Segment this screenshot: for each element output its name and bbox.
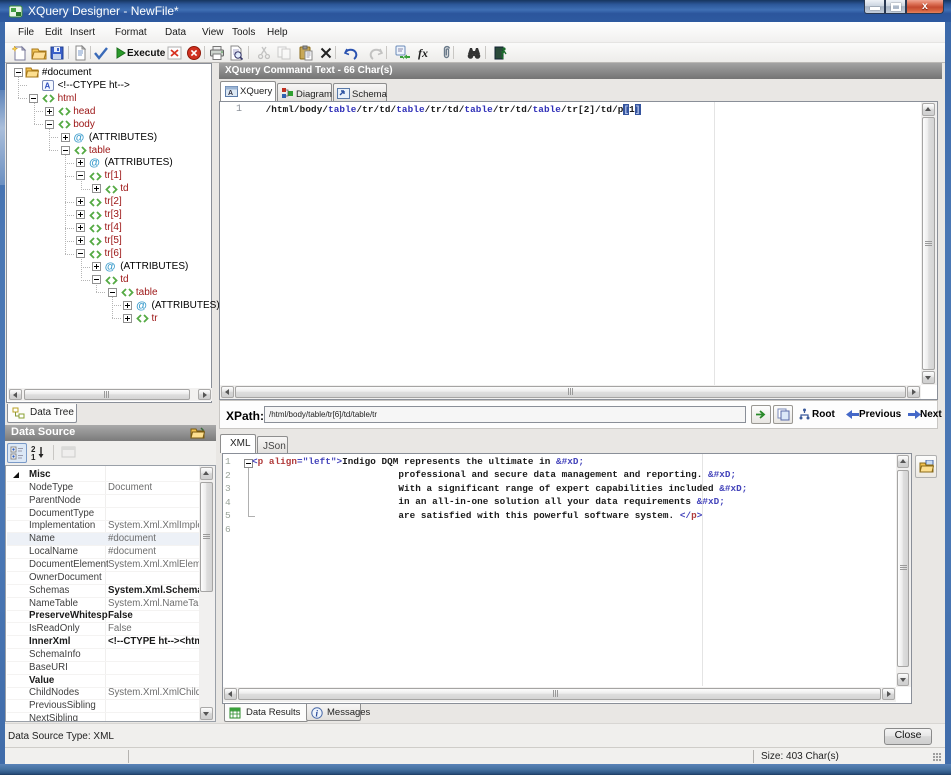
- svg-text:A: A: [45, 81, 51, 90]
- svg-text:A: A: [228, 90, 233, 97]
- svg-text:fx: fx: [418, 46, 428, 60]
- svg-text:1: 1: [31, 453, 36, 460]
